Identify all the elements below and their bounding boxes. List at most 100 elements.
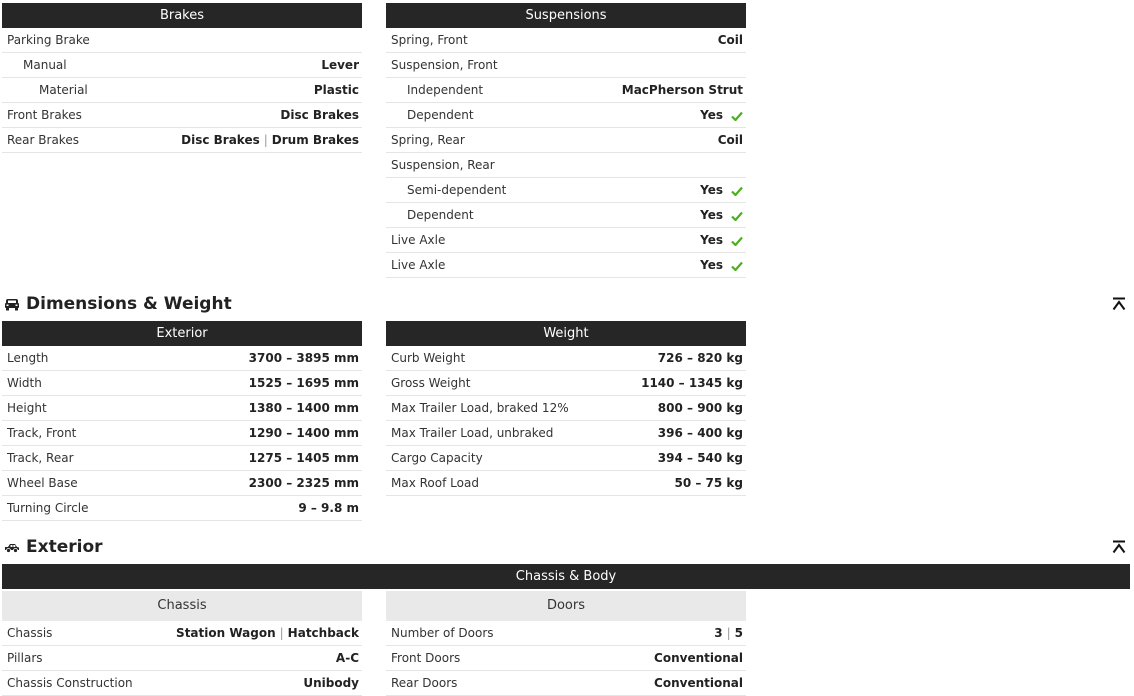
section-title-exterior: Exterior [4, 536, 103, 558]
car-front-icon [5, 299, 19, 311]
row-value: MacPherson Strut [621, 83, 743, 97]
table-row: Spring, Rear Coil [386, 128, 746, 153]
table-row: Front Doors Conventional [386, 646, 746, 671]
row-label: Suspension, Rear [391, 158, 495, 172]
table-row: Turning Circle 9 – 9.8 m [2, 496, 362, 521]
value-separator: | [263, 133, 268, 147]
row-value: Lever [321, 58, 359, 72]
row-label: Pillars [7, 651, 43, 665]
row-value: 3700 – 3895 mm [248, 351, 359, 365]
row-value: 396 – 400 kg [657, 426, 743, 440]
row-value: 50 – 75 kg [674, 476, 743, 490]
table-row: Number of Doors 3 | 5 [386, 621, 746, 646]
exterior-dimensions-table: Exterior Length 3700 – 3895 mm Width 1525 … [2, 321, 362, 521]
exterior-header: Exterior [2, 321, 362, 346]
row-value: 9 – 9.8 m [298, 501, 359, 515]
row-label: Turning Circle [7, 501, 89, 515]
yes-text: Yes [700, 208, 723, 222]
row-label: Gross Weight [391, 376, 471, 390]
table-row: Manual Lever [2, 53, 362, 78]
row-label: Suspension, Front [391, 58, 498, 72]
table-row: Height 1380 – 1400 mm [2, 396, 362, 421]
table-row: Semi-dependent Yes [386, 178, 746, 203]
table-row: Width 1525 – 1695 mm [2, 371, 362, 396]
row-label: Independent [407, 83, 484, 97]
table-row: Live Axle Yes [386, 228, 746, 253]
table-row: Parking Brake [2, 28, 362, 53]
row-label: Spring, Front [391, 33, 468, 47]
doors-subheader: Doors [386, 591, 746, 621]
row-value: 1140 – 1345 kg [641, 376, 743, 390]
yes-text: Yes [700, 183, 723, 197]
brakes-header: Brakes [2, 3, 362, 28]
table-row: Track, Front 1290 – 1400 mm [2, 421, 362, 446]
value-option: Disc Brakes [181, 133, 260, 147]
table-row: Chassis Construction Unibody [2, 671, 362, 696]
row-value: Coil [717, 33, 743, 47]
row-label: Chassis [7, 626, 53, 640]
value-option: Hatchback [287, 626, 359, 640]
weight-table: Weight Curb Weight 726 – 820 kg Gross Wei… [386, 321, 746, 496]
row-label: Rear Doors [391, 676, 458, 690]
table-row: Live Axle Yes [386, 253, 746, 278]
row-value: Plastic [313, 83, 359, 97]
table-row: Curb Weight 726 – 820 kg [386, 346, 746, 371]
yes-text: Yes [700, 233, 723, 247]
row-label: Manual [23, 58, 67, 72]
row-label: Width [7, 376, 42, 390]
row-value: Disc Brakes [280, 108, 359, 122]
row-value: Yes [700, 203, 743, 227]
row-value: Disc Brakes | Drum Brakes [181, 128, 359, 152]
value-separator: | [279, 626, 284, 640]
value-option: Station Wagon [176, 626, 276, 640]
row-label: Material [39, 83, 88, 97]
row-label: Wheel Base [7, 476, 78, 490]
table-row: Length 3700 – 3895 mm [2, 346, 362, 371]
row-label: Cargo Capacity [391, 451, 483, 465]
row-label: Front Brakes [7, 108, 82, 122]
yes-text: Yes [700, 258, 723, 272]
value-option: Drum Brakes [271, 133, 359, 147]
row-value: 1290 – 1400 mm [248, 426, 359, 440]
row-label: Track, Rear [7, 451, 74, 465]
row-value: A-C [335, 651, 359, 665]
table-row: Front Brakes Disc Brakes [2, 103, 362, 128]
table-row: Rear Brakes Disc Brakes | Drum Brakes [2, 128, 362, 153]
check-icon [731, 111, 743, 121]
row-label: Track, Front [7, 426, 77, 440]
table-row: Max Trailer Load, braked 12% 800 – 900 kg [386, 396, 746, 421]
row-value: Unibody [303, 676, 359, 690]
section-title-dimensions: Dimensions & Weight [4, 293, 232, 315]
table-row: Track, Rear 1275 – 1405 mm [2, 446, 362, 471]
table-row: Suspension, Front [386, 53, 746, 78]
row-label: Semi-dependent [407, 183, 507, 197]
table-row: Gross Weight 1140 – 1345 kg [386, 371, 746, 396]
row-label: Height [7, 401, 47, 415]
section-heading: Exterior [26, 537, 103, 557]
row-label: Chassis Construction [7, 676, 133, 690]
row-value: Yes [700, 228, 743, 252]
row-label: Curb Weight [391, 351, 466, 365]
section-heading: Dimensions & Weight [26, 294, 232, 314]
value-option: 3 [714, 626, 723, 640]
row-value: 2300 – 2325 mm [248, 476, 359, 490]
table-row: Suspension, Rear [386, 153, 746, 178]
chassis-table: Chassis Chassis Station Wagon | Hatchback … [2, 591, 362, 696]
suspensions-header: Suspensions [386, 3, 746, 28]
check-icon [731, 261, 743, 271]
row-value: 1525 – 1695 mm [248, 376, 359, 390]
row-value: 1275 – 1405 mm [248, 451, 359, 465]
row-value: 726 – 820 kg [657, 351, 743, 365]
arrow-up-bar-icon[interactable] [1112, 540, 1126, 554]
chassis-subheader: Chassis [2, 591, 362, 621]
row-label: Live Axle [391, 258, 446, 272]
row-label: Max Trailer Load, braked 12% [391, 401, 569, 415]
row-label: Live Axle [391, 233, 446, 247]
row-value: Yes [700, 103, 743, 127]
table-row: Max Trailer Load, unbraked 396 – 400 kg [386, 421, 746, 446]
row-value: Station Wagon | Hatchback [176, 621, 359, 645]
arrow-up-bar-icon[interactable] [1112, 297, 1126, 311]
row-value: 3 | 5 [714, 621, 743, 645]
car-side-icon [5, 544, 19, 553]
chassis-body-header: Chassis & Body [2, 564, 1130, 589]
